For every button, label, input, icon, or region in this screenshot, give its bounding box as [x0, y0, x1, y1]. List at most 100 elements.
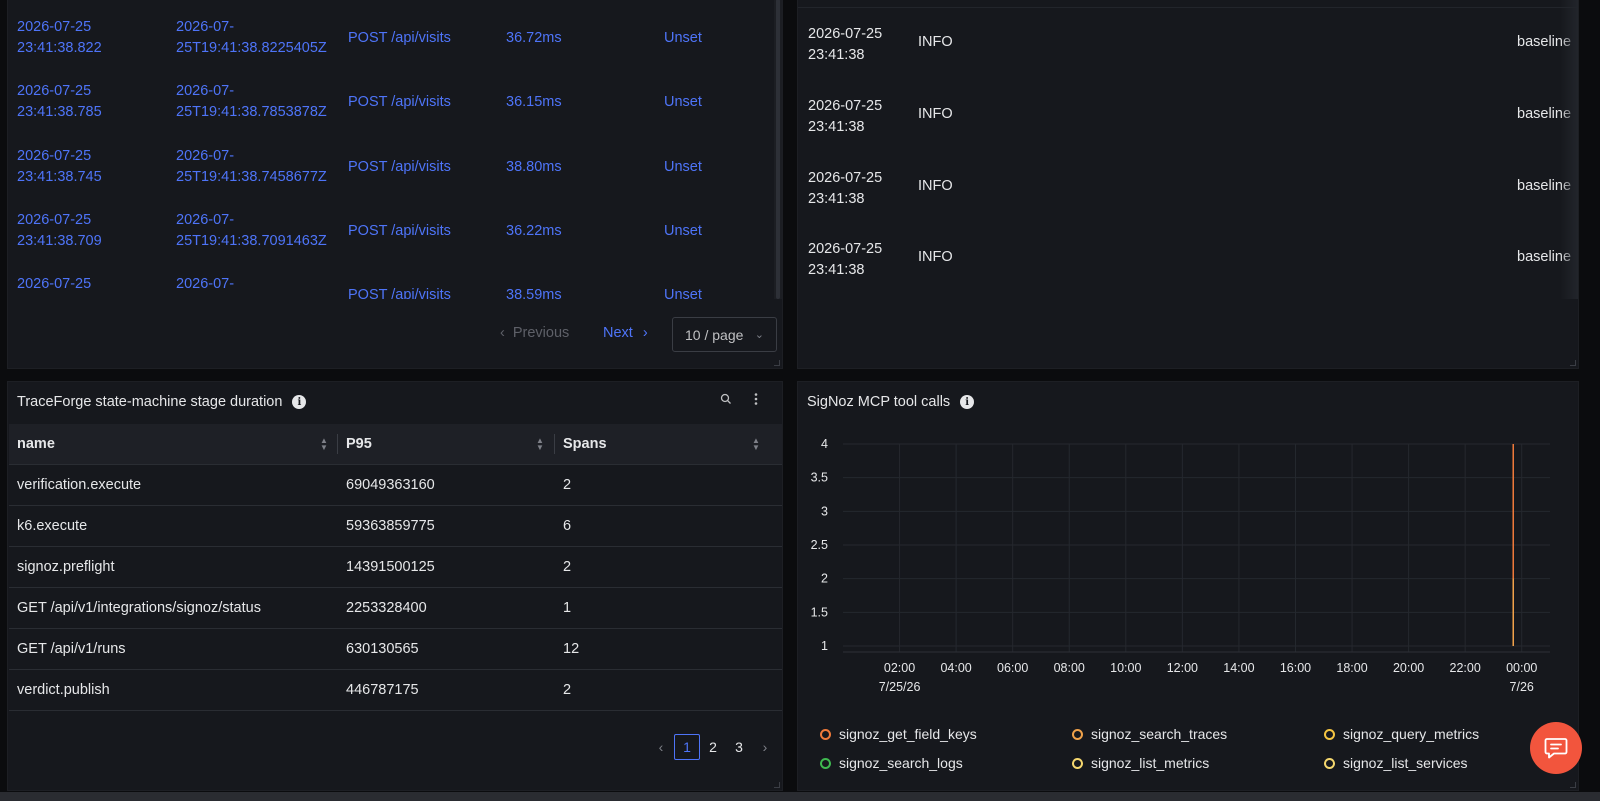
page-size-select[interactable]: 10 / page ⌄	[672, 317, 777, 352]
column-label: Spans	[563, 436, 607, 452]
trace-status-line: Unset	[664, 30, 702, 46]
legend-item[interactable]: signoz_list_services	[1324, 755, 1468, 771]
x-tick-label: 10:00	[1110, 661, 1141, 675]
trace-duration[interactable]: 36.22ms	[506, 221, 562, 242]
previous-page-button[interactable]: ‹ Previous	[500, 325, 569, 341]
panel-actions	[720, 392, 758, 408]
page-number-button[interactable]: 3	[726, 734, 752, 760]
panel-title: TraceForge state-machine stage duration …	[17, 394, 307, 410]
trace-start-time[interactable]: 2026-07- 25T19:41:38.7091463Z	[176, 210, 327, 252]
trace-start-time-line: 25T19:41:38.7853878Z	[176, 104, 327, 120]
trace-operation[interactable]: POST /api/visits	[348, 28, 451, 49]
trace-start-time-line: 2026-07-	[176, 212, 235, 228]
trace-timestamp[interactable]: 2026-07-25 23:41:38.745	[17, 146, 102, 188]
table-header: name ▲ ▼ P95 ▲ ▼ Spans ▲ ▼	[9, 424, 782, 465]
x-tick-label: 16:00	[1280, 661, 1311, 675]
x-tick-label: 02:00	[884, 661, 915, 675]
trace-status[interactable]: Unset	[664, 285, 702, 299]
log-row[interactable]: 2026-07-25 23:41:38 INFO baseline	[798, 24, 1578, 96]
trace-duration[interactable]: 36.15ms	[506, 92, 562, 113]
cell-name: verdict.publish	[17, 682, 110, 698]
trace-start-time[interactable]: 2026-07- 25T19:41:38.8225405Z	[176, 17, 327, 59]
more-options-icon[interactable]	[754, 392, 758, 408]
trace-duration-line: 36.15ms	[506, 94, 562, 110]
trace-start-time[interactable]: 2026-07- 25T19:41:38.7458677Z	[176, 146, 327, 188]
panel-title-text: TraceForge state-machine stage duration	[17, 394, 283, 410]
chevron-left-icon[interactable]: ‹	[648, 739, 674, 755]
x-tick-label: 04:00	[940, 661, 971, 675]
trace-duration[interactable]: 38.80ms	[506, 157, 562, 178]
resize-handle[interactable]	[774, 360, 780, 366]
trace-status-line: Unset	[664, 287, 702, 299]
page-number-button[interactable]: 1	[674, 734, 700, 760]
trace-duration-line: 38.80ms	[506, 159, 562, 175]
chevron-left-icon: ‹	[500, 325, 505, 341]
trace-timestamp[interactable]: 2026-07-25 23:41:38.822	[17, 17, 102, 59]
trace-timestamp[interactable]: 2026-07-25	[17, 274, 91, 295]
line-chart[interactable]: 1 1.5 2 2.5 3 3.5 4 02:00 7/25/26 04:00 06:00 08:00…	[798, 382, 1579, 722]
page-number-button[interactable]: 2	[700, 734, 726, 760]
trace-operation-line: POST /api/visits	[348, 223, 451, 239]
traces-scrollbar[interactable]	[774, 0, 782, 299]
resize-handle[interactable]	[1570, 782, 1576, 788]
legend-label: signoz_list_metrics	[1091, 755, 1210, 771]
chat-support-button[interactable]	[1530, 722, 1582, 774]
legend-item[interactable]: signoz_query_metrics	[1324, 726, 1479, 742]
trace-operation[interactable]: POST /api/visits	[348, 221, 451, 242]
trace-row[interactable]: 2026-07-25 2026-07- POST /api/visits 38.59m…	[8, 274, 782, 299]
legend-circle-icon	[1324, 757, 1335, 769]
trace-start-time[interactable]: 2026-07- 25T19:41:38.7853878Z	[176, 81, 327, 123]
trace-start-time-line: 25T19:41:38.7091463Z	[176, 233, 327, 249]
logs-scrollbar[interactable]	[1560, 0, 1578, 299]
trace-row[interactable]: 2026-07-25 23:41:38.785 2026-07- 25T19:41:3…	[8, 81, 782, 145]
sort-icon[interactable]: ▲ ▼	[752, 437, 760, 452]
column-label: P95	[346, 436, 372, 452]
trace-status[interactable]: Unset	[664, 28, 702, 49]
trace-duration[interactable]: 36.72ms	[506, 28, 562, 49]
log-row[interactable]: 2026-07-25 23:41:38 INFO baseline	[798, 96, 1578, 168]
table-row[interactable]: verdict.publish 446787175 2	[9, 670, 782, 711]
trace-timestamp[interactable]: 2026-07-25 23:41:38.785	[17, 81, 102, 123]
log-date: 2026-07-25	[808, 170, 883, 186]
trace-duration[interactable]: 38.59ms	[506, 285, 562, 299]
table-row[interactable]: k6.execute 59363859775 6	[9, 506, 782, 547]
log-row[interactable]: 2026-07-25 23:41:38 INFO baseline	[798, 168, 1578, 240]
y-tick-label: 2.5	[811, 538, 828, 552]
column-header-spans[interactable]: Spans	[555, 424, 782, 465]
sort-icon[interactable]: ▲ ▼	[536, 437, 544, 452]
table-row[interactable]: GET /api/v1/integrations/signoz/status 22…	[9, 588, 782, 629]
trace-status[interactable]: Unset	[664, 92, 702, 113]
table-row[interactable]: verification.execute 69049363160 2	[9, 465, 782, 506]
legend-label: signoz_get_field_keys	[839, 726, 977, 742]
legend-item[interactable]: signoz_search_logs	[820, 755, 963, 771]
trace-status[interactable]: Unset	[664, 221, 702, 242]
trace-row[interactable]: 2026-07-25 23:41:38.822 2026-07- 25T19:41:3…	[8, 17, 782, 81]
next-page-button[interactable]: Next ›	[603, 325, 648, 341]
column-header-name[interactable]: name	[9, 424, 337, 465]
trace-row[interactable]: 2026-07-25 23:41:38.745 2026-07- 25T19:41:3…	[8, 146, 782, 210]
resize-handle[interactable]	[1570, 360, 1576, 366]
trace-operation[interactable]: POST /api/visits	[348, 92, 451, 113]
legend-item[interactable]: signoz_search_traces	[1072, 726, 1227, 742]
log-row[interactable]: 2026-07-25 23:41:38 INFO baseline	[798, 239, 1578, 311]
trace-timestamp[interactable]: 2026-07-25 23:41:38.709	[17, 210, 102, 252]
trace-operation[interactable]: POST /api/visits	[348, 285, 451, 299]
column-header-p95[interactable]: P95	[338, 424, 554, 465]
table-row[interactable]: signoz.preflight 14391500125 2	[9, 547, 782, 588]
trace-start-time-line: 25T19:41:38.7458677Z	[176, 169, 327, 185]
legend-circle-icon	[1072, 728, 1083, 740]
legend-item[interactable]: signoz_list_metrics	[1072, 755, 1209, 771]
cell-name: verification.execute	[17, 477, 142, 493]
search-icon[interactable]	[720, 392, 732, 408]
trace-row[interactable]: 2026-07-25 23:41:38.709 2026-07- 25T19:41:3…	[8, 210, 782, 274]
table-row[interactable]: GET /api/v1/runs 630130565 12	[9, 629, 782, 670]
sort-icon[interactable]: ▲ ▼	[320, 437, 328, 452]
chevron-right-icon[interactable]: ›	[752, 739, 778, 755]
trace-status[interactable]: Unset	[664, 157, 702, 178]
trace-timestamp-line: 2026-07-25	[17, 148, 92, 164]
info-icon[interactable]: i	[292, 395, 307, 409]
legend-item[interactable]: signoz_get_field_keys	[820, 726, 977, 742]
resize-handle[interactable]	[774, 782, 780, 788]
trace-operation[interactable]: POST /api/visits	[348, 157, 451, 178]
trace-start-time[interactable]: 2026-07-	[176, 274, 234, 295]
